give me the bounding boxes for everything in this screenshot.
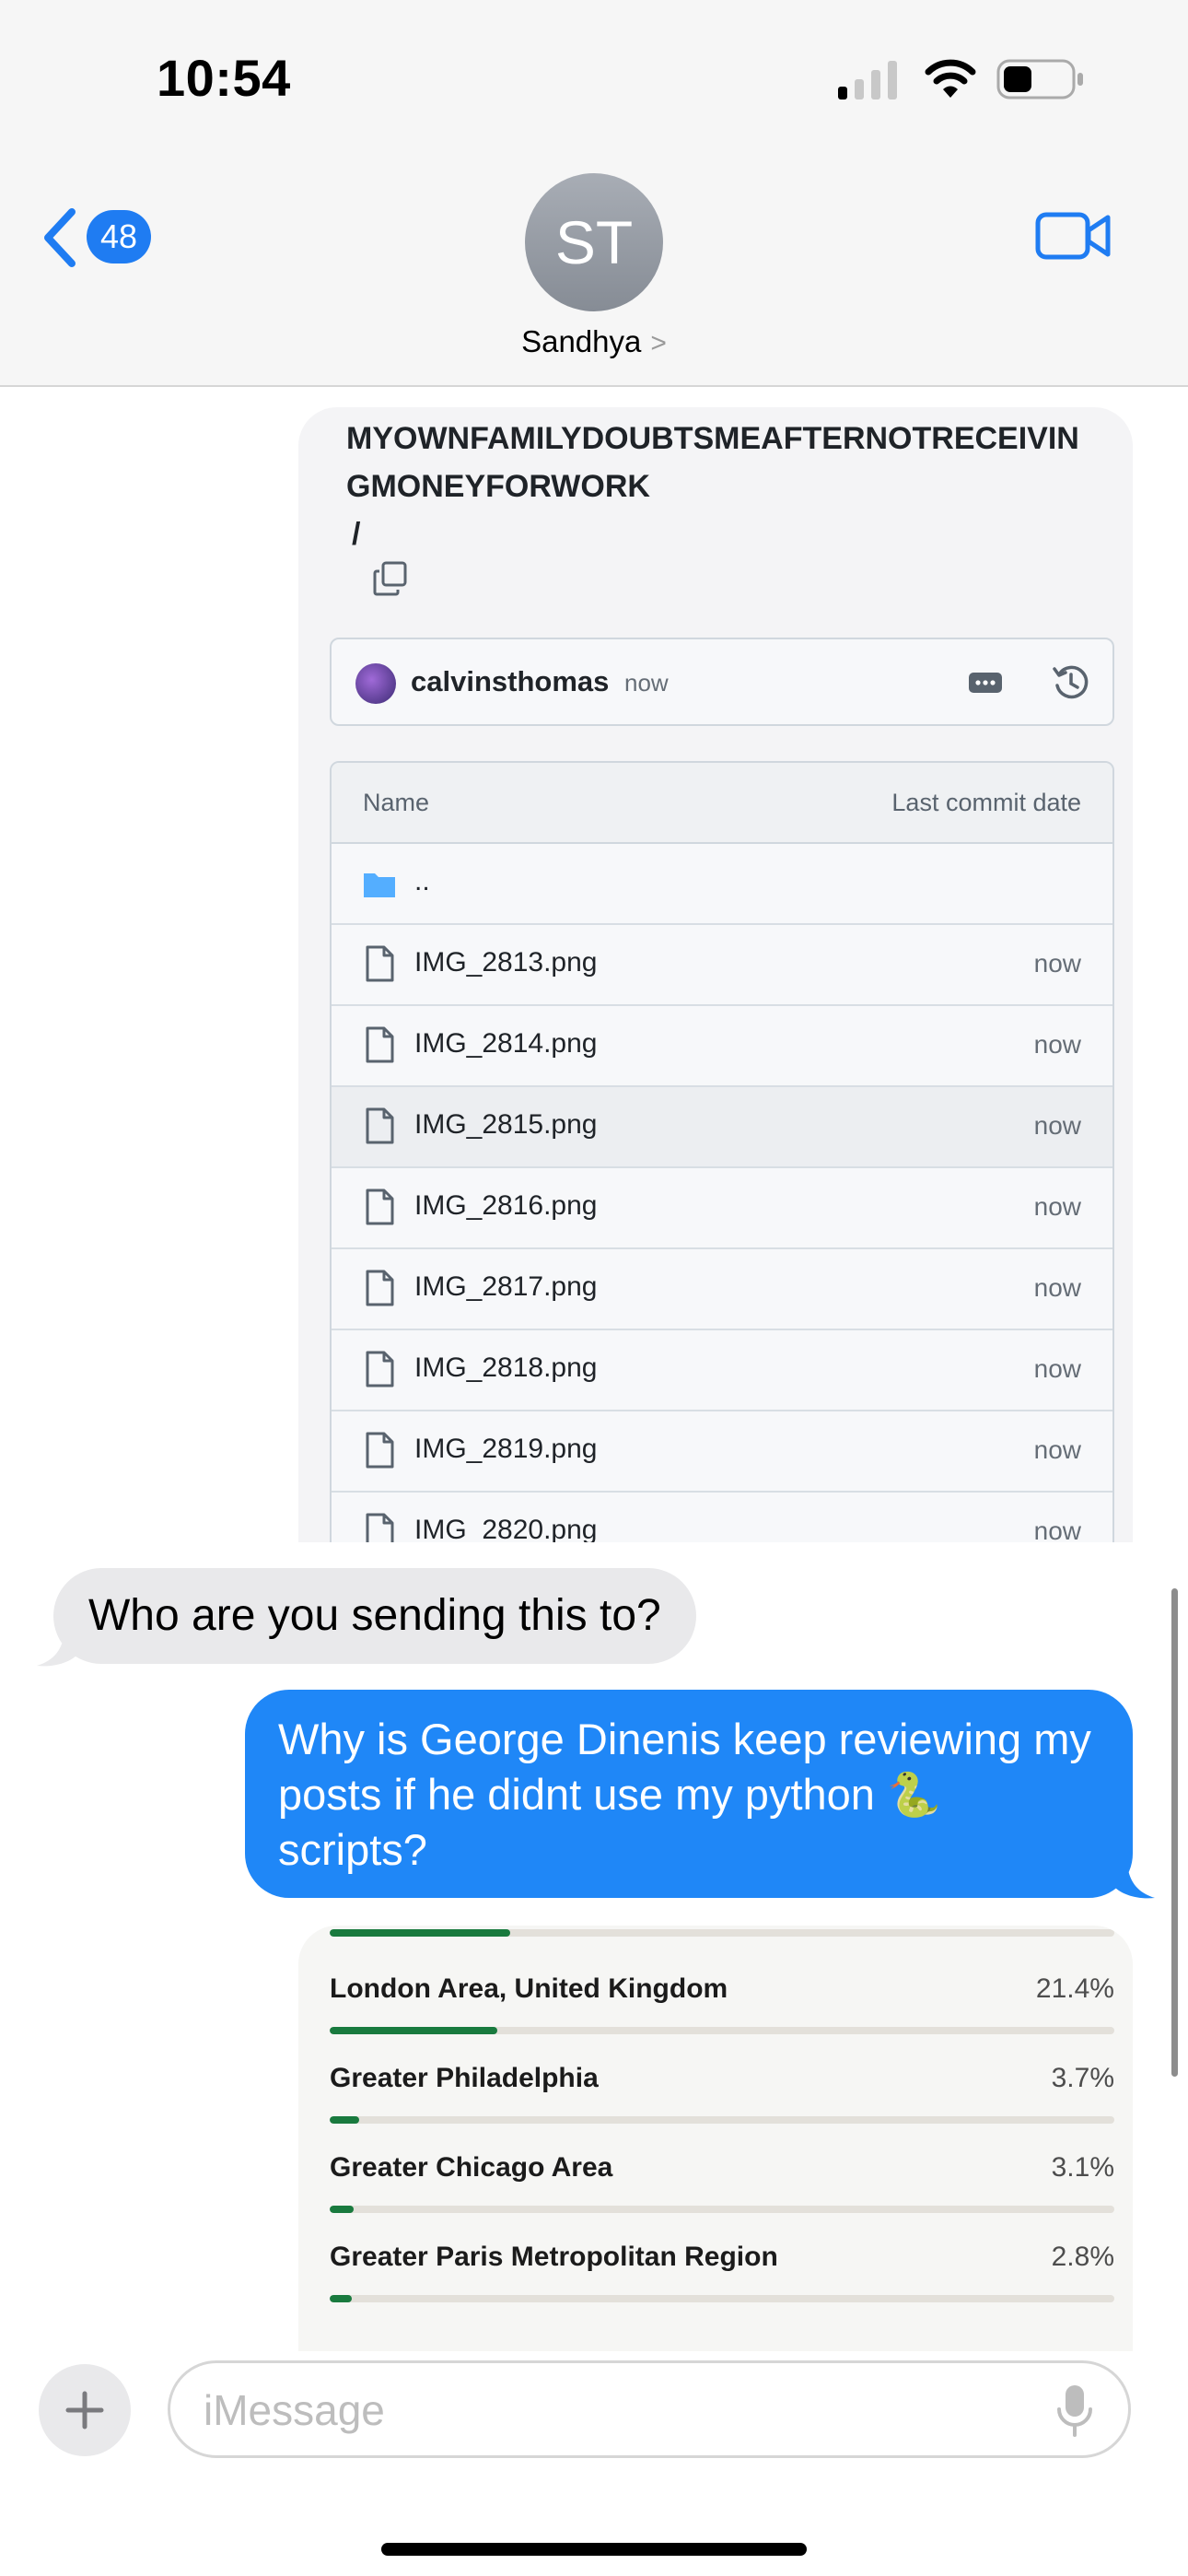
location-bar-fill	[330, 2116, 359, 2124]
table-row: IMG_2819.png now	[332, 1411, 1112, 1493]
folder-icon	[364, 873, 395, 897]
path-separator: /	[352, 517, 361, 552]
scrollbar[interactable]	[1171, 1588, 1178, 2077]
file-date: now	[1033, 1516, 1081, 1542]
file-name: IMG_2813.png	[414, 947, 598, 978]
file-date: now	[1033, 1030, 1081, 1059]
video-call-icon[interactable]	[1035, 210, 1111, 262]
parent-directory-row: ..	[332, 844, 1112, 925]
location-bar	[330, 2206, 1114, 2213]
location-name: London Area, United Kingdom	[330, 1973, 728, 2004]
table-row: IMG_2816.png now	[332, 1168, 1112, 1249]
parent-directory-label: ..	[414, 866, 430, 896]
chevron-left-icon	[44, 208, 76, 267]
location-bar	[330, 2116, 1114, 2124]
cellular-signal-icon	[838, 61, 901, 100]
sent-message-bubble[interactable]: Why is George Dinenis keep reviewing my …	[245, 1690, 1133, 1898]
home-indicator	[381, 2543, 807, 2556]
latest-commit-bar: calvinsthomas now	[330, 638, 1114, 726]
location-row: Greater Philadelphia 3.7%	[330, 2050, 1114, 2138]
battery-icon	[996, 59, 1083, 100]
github-repo-image-bubble[interactable]: MYOWNFAMILYDOUBTSMEAFTERNOTRECEIVINGMONE…	[298, 407, 1133, 1542]
table-row: IMG_2815.png now	[332, 1087, 1112, 1168]
committer-avatar	[355, 663, 396, 704]
location-name: Greater Paris Metropolitan Region	[330, 2242, 778, 2272]
location-percent: 3.1%	[1051, 2152, 1114, 2183]
repo-folder-name: MYOWNFAMILYDOUBTSMEAFTERNOTRECEIVINGMONE…	[346, 421, 1079, 504]
contact-name-label: Sandhya	[521, 324, 642, 358]
unread-count-badge: 48	[87, 210, 151, 263]
file-table: Name Last commit date .. IMG_2813.png no…	[330, 761, 1114, 1542]
file-icon	[366, 945, 394, 982]
commit-time: now	[624, 669, 669, 697]
file-name: IMG_2817.png	[414, 1271, 598, 1302]
file-icon	[366, 1107, 394, 1144]
table-header: Name Last commit date	[332, 763, 1112, 844]
file-name: IMG_2819.png	[414, 1434, 598, 1464]
file-name: IMG_2815.png	[414, 1109, 598, 1140]
status-time: 10:54	[157, 49, 291, 107]
more-dots-icon	[969, 673, 1002, 693]
location-row: Greater Paris Metropolitan Region 2.8%	[330, 2229, 1114, 2317]
file-icon	[366, 1188, 394, 1225]
top-bar-fill	[330, 1929, 510, 1937]
location-stats-image-bubble[interactable]: London Area, United Kingdom 21.4% Greate…	[298, 1926, 1133, 2351]
back-button[interactable]: 48	[41, 205, 188, 269]
location-percent: 2.8%	[1051, 2242, 1114, 2272]
contact-avatar[interactable]: ST	[525, 173, 663, 311]
repo-path: MYOWNFAMILYDOUBTSMEAFTERNOTRECEIVINGMONE…	[346, 415, 1083, 558]
column-name-header: Name	[363, 789, 430, 816]
committer-name: calvinsthomas	[411, 665, 610, 697]
table-row: IMG_2818.png now	[332, 1330, 1112, 1411]
top-bar	[330, 1929, 1114, 1937]
file-date: now	[1033, 1273, 1081, 1302]
file-name: IMG_2818.png	[414, 1352, 598, 1383]
location-percent: 21.4%	[1035, 1973, 1114, 2004]
file-name: IMG_2816.png	[414, 1190, 598, 1221]
file-date: now	[1033, 1192, 1081, 1221]
contact-name-button[interactable]: Sandhya >	[0, 324, 1188, 359]
table-row: IMG_2817.png now	[332, 1249, 1112, 1330]
location-bar-fill	[330, 2295, 352, 2302]
location-bar-fill	[330, 2027, 498, 2034]
file-name: IMG_2814.png	[414, 1028, 598, 1059]
file-date: now	[1033, 949, 1081, 978]
wifi-icon	[925, 59, 976, 98]
location-bar-fill	[330, 2206, 355, 2213]
file-date: now	[1033, 1354, 1081, 1383]
location-name: Greater Chicago Area	[330, 2152, 613, 2183]
message-input-field[interactable]	[168, 2360, 1131, 2458]
location-row: Greater Chicago Area 3.1%	[330, 2139, 1114, 2228]
table-row: IMG_2813.png now	[332, 925, 1112, 1006]
file-icon	[366, 1513, 394, 1542]
plus-icon	[65, 2391, 104, 2430]
column-date-header: Last commit date	[891, 789, 1081, 816]
location-name: Greater Philadelphia	[330, 2063, 599, 2093]
file-icon	[366, 1432, 394, 1469]
location-row: London Area, United Kingdom 21.4%	[330, 1961, 1114, 2049]
copy-icon	[373, 561, 407, 596]
message-input[interactable]	[202, 2383, 1016, 2437]
chevron-right-icon: >	[650, 328, 667, 358]
location-bar	[330, 2027, 1114, 2034]
received-message-bubble[interactable]: Who are you sending this to?	[53, 1568, 696, 1664]
location-bar	[330, 2295, 1114, 2302]
file-date: now	[1033, 1111, 1081, 1140]
file-icon	[366, 1026, 394, 1063]
file-name: IMG_2820.png	[414, 1515, 598, 1542]
table-row: IMG_2820.png now	[332, 1493, 1112, 1542]
microphone-icon[interactable]	[1054, 2383, 1095, 2439]
file-icon	[366, 1351, 394, 1388]
location-percent: 3.7%	[1051, 2063, 1114, 2093]
history-icon	[1053, 665, 1089, 699]
file-date: now	[1033, 1435, 1081, 1464]
conversation-header: 10:54 48 ST Sandhya >	[0, 0, 1188, 387]
table-row: IMG_2814.png now	[332, 1006, 1112, 1087]
file-icon	[366, 1270, 394, 1306]
add-attachment-button[interactable]	[39, 2364, 131, 2456]
